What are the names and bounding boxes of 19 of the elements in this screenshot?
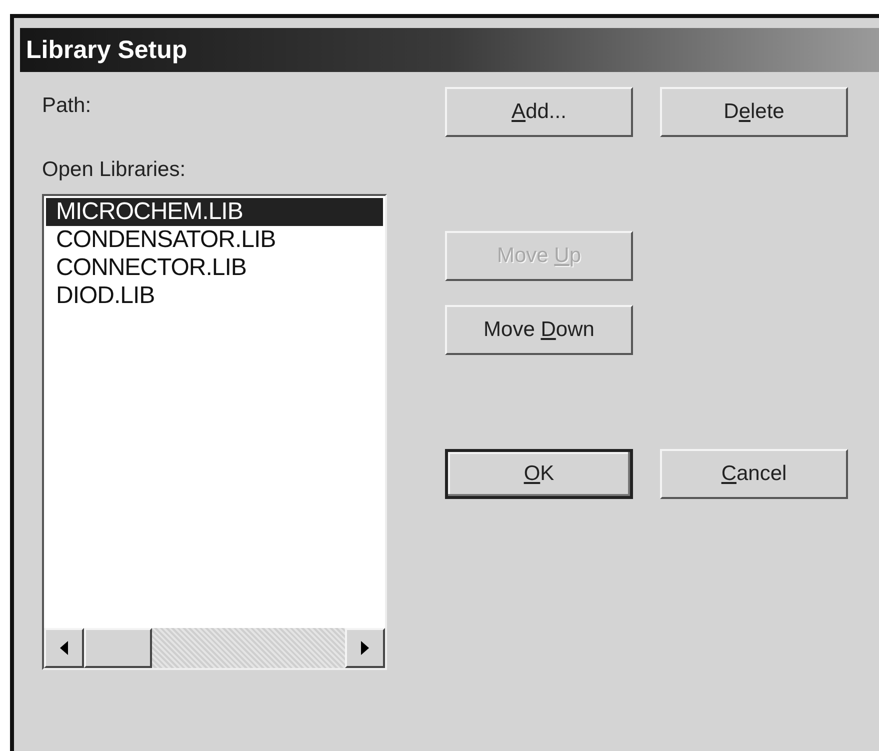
path-label: Path: bbox=[42, 94, 92, 118]
scroll-right-button[interactable] bbox=[345, 628, 385, 668]
delete-button[interactable]: Delete bbox=[660, 87, 848, 137]
add-button[interactable]: Add... bbox=[445, 87, 633, 137]
scroll-left-button[interactable] bbox=[44, 628, 84, 668]
library-item[interactable]: DIOD.LIB bbox=[46, 282, 383, 310]
libraries-label: Open Libraries: bbox=[42, 158, 186, 182]
scroll-thumb[interactable] bbox=[84, 628, 152, 668]
library-item[interactable]: CONNECTOR.LIB bbox=[46, 254, 383, 282]
right-arrow-icon bbox=[361, 641, 369, 655]
library-item[interactable]: MICROCHEM.LIB bbox=[46, 198, 383, 226]
ok-button[interactable]: OK bbox=[445, 449, 633, 499]
cancel-button[interactable]: Cancel bbox=[660, 449, 848, 499]
horizontal-scrollbar[interactable] bbox=[44, 628, 385, 668]
window-title: Library Setup bbox=[20, 28, 879, 72]
move-down-button[interactable]: Move Down bbox=[445, 305, 633, 355]
library-item[interactable]: CONDENSATOR.LIB bbox=[46, 226, 383, 254]
left-arrow-icon bbox=[60, 641, 68, 655]
library-list[interactable]: MICROCHEM.LIB CONDENSATOR.LIB CONNECTOR.LIB DIOD.LIB bbox=[42, 194, 387, 670]
